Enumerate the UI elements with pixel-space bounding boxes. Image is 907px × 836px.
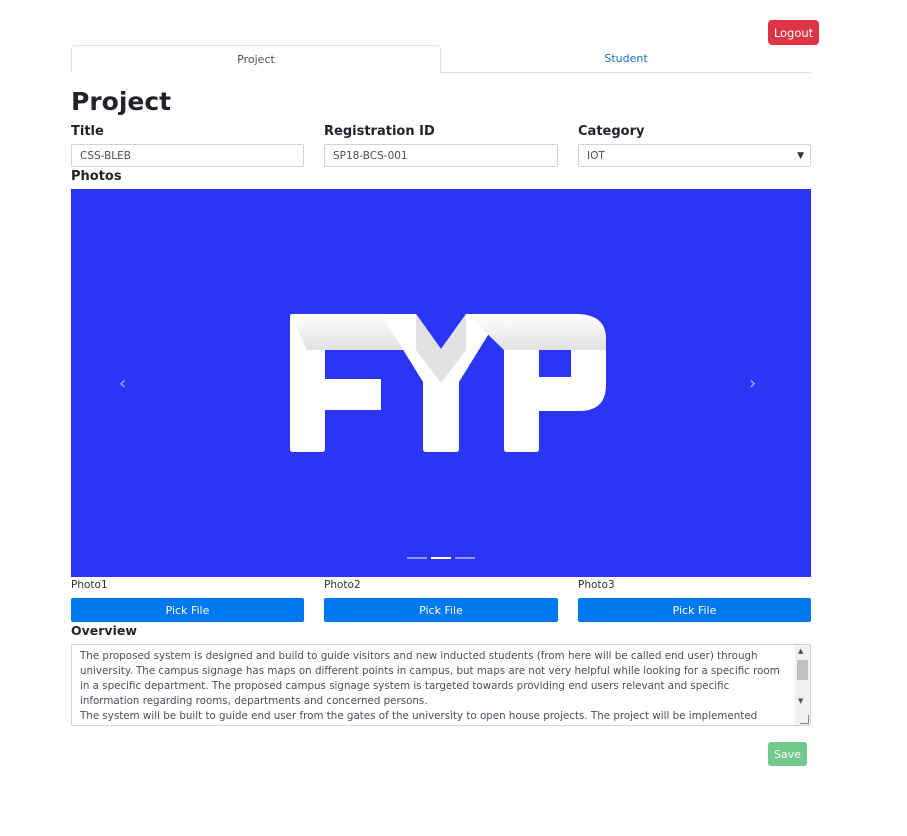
- page-title: Project: [71, 87, 172, 116]
- pick-file-button-3[interactable]: Pick File: [578, 598, 811, 622]
- photo1-label: Photo1: [71, 579, 108, 591]
- overview-textarea[interactable]: The proposed system is designed and buil…: [71, 644, 811, 726]
- pick-file-button-2[interactable]: Pick File: [324, 598, 558, 622]
- title-input[interactable]: CSS-BLEB: [71, 144, 304, 167]
- registration-id-label: Registration ID: [324, 124, 435, 139]
- overview-text: The proposed system is designed and buil…: [80, 650, 780, 722]
- title-label: Title: [71, 124, 104, 139]
- tab-student[interactable]: Student: [441, 45, 811, 72]
- category-label: Category: [578, 124, 645, 139]
- textarea-scrollbar[interactable]: ▲ ▼: [795, 645, 810, 725]
- category-select[interactable]: IOT ▼: [578, 144, 811, 167]
- tab-project[interactable]: Project: [71, 45, 441, 73]
- photos-label: Photos: [71, 169, 122, 184]
- photo2-label: Photo2: [324, 579, 361, 591]
- chevron-right-icon[interactable]: ›: [749, 373, 756, 394]
- photo-carousel: ‹ ›: [71, 189, 811, 577]
- resize-handle-icon[interactable]: [800, 715, 809, 724]
- tab-bar: Project Student: [71, 45, 811, 73]
- overview-label: Overview: [71, 623, 137, 638]
- chevron-left-icon[interactable]: ‹: [119, 373, 126, 394]
- pick-file-button-1[interactable]: Pick File: [71, 598, 304, 622]
- category-selected-value: IOT: [587, 149, 605, 162]
- carousel-indicator-2[interactable]: [431, 557, 451, 559]
- logout-button[interactable]: Logout: [768, 20, 819, 45]
- save-button[interactable]: Save: [768, 742, 807, 766]
- scroll-down-icon[interactable]: ▼: [798, 697, 803, 705]
- registration-id-input[interactable]: SP18-BCS-001: [324, 144, 558, 167]
- dropdown-arrow-icon: ▼: [797, 150, 804, 161]
- scroll-up-icon[interactable]: ▲: [798, 647, 803, 655]
- carousel-indicator-3[interactable]: [455, 557, 475, 559]
- fyp-logo-image: [290, 314, 606, 452]
- photo3-label: Photo3: [578, 579, 615, 591]
- scroll-thumb[interactable]: [797, 660, 808, 680]
- carousel-indicator-1[interactable]: [407, 557, 427, 559]
